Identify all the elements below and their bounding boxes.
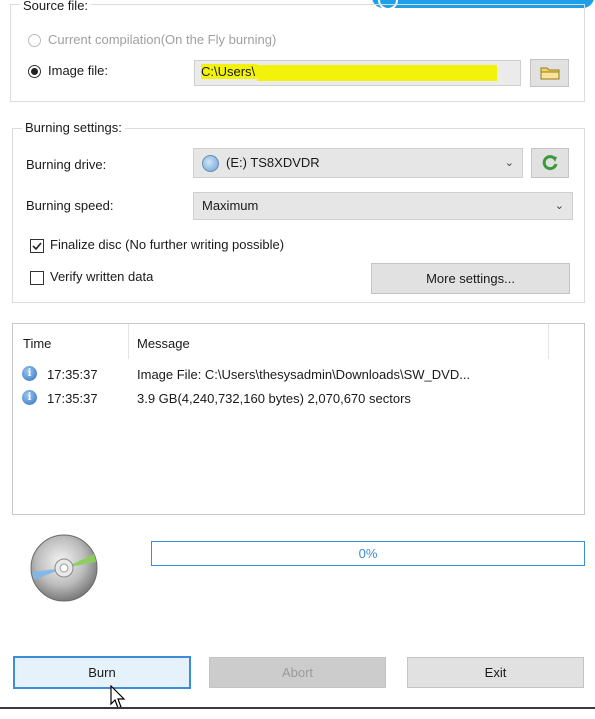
log-list[interactable] bbox=[12, 323, 585, 515]
burning-drive-value: (E:) TS8XDVDR bbox=[226, 155, 320, 170]
current-compilation-radio[interactable] bbox=[28, 34, 41, 47]
browse-button[interactable] bbox=[530, 59, 569, 87]
progress-text: 0% bbox=[358, 546, 378, 561]
chevron-down-icon: ⌄ bbox=[554, 200, 564, 212]
progress-bar: 0% bbox=[151, 541, 585, 566]
window-bottom-edge bbox=[0, 707, 595, 709]
image-file-highlight bbox=[257, 64, 498, 81]
info-icon: i bbox=[22, 390, 37, 405]
disc-drive-icon bbox=[202, 155, 219, 172]
checkmark-icon bbox=[32, 242, 42, 251]
image-file-radio[interactable] bbox=[28, 65, 41, 78]
finalize-disc-label: Finalize disc (No further writing possib… bbox=[50, 237, 285, 252]
exit-button[interactable]: Exit bbox=[407, 657, 584, 688]
image-file-label: Image file: bbox=[48, 63, 108, 78]
verify-data-checkbox[interactable] bbox=[30, 271, 44, 285]
burning-drive-label: Burning drive: bbox=[26, 157, 107, 172]
burning-speed-select[interactable]: Maximum ⌄ bbox=[193, 192, 573, 220]
log-row-message: Image File: C:\Users\thesysadmin\Downloa… bbox=[137, 367, 471, 382]
refresh-icon bbox=[542, 155, 558, 171]
log-column-divider bbox=[548, 324, 549, 359]
log-row-time: 17:35:37 bbox=[47, 367, 98, 382]
abort-button: Abort bbox=[209, 657, 386, 688]
log-header-time[interactable]: Time bbox=[23, 336, 51, 351]
log-row-message: 3.9 GB(4,240,732,160 bytes) 2,070,670 se… bbox=[137, 391, 411, 406]
info-icon: i bbox=[22, 366, 37, 381]
log-column-divider bbox=[128, 324, 129, 359]
source-file-legend: Source file: bbox=[20, 0, 92, 13]
refresh-drive-button[interactable] bbox=[531, 148, 569, 178]
burn-button[interactable]: Burn bbox=[13, 656, 191, 689]
current-compilation-label: Current compilation(On the Fly burning) bbox=[48, 32, 277, 47]
disc-icon bbox=[30, 534, 98, 602]
log-row-time: 17:35:37 bbox=[47, 391, 98, 406]
image-file-input[interactable]: C:\Users\ bbox=[194, 60, 521, 86]
folder-icon bbox=[540, 67, 559, 80]
burning-settings-legend: Burning settings: bbox=[22, 120, 125, 135]
verify-data-label: Verify written data bbox=[50, 269, 154, 284]
burning-speed-value: Maximum bbox=[202, 198, 259, 213]
burning-speed-label: Burning speed: bbox=[26, 198, 114, 213]
image-file-value: C:\Users\ bbox=[201, 64, 258, 79]
more-settings-button[interactable]: More settings... bbox=[371, 263, 570, 294]
burning-drive-select[interactable]: (E:) TS8XDVDR ⌄ bbox=[193, 148, 523, 178]
chevron-down-icon: ⌄ bbox=[504, 157, 514, 169]
source-file-group bbox=[10, 4, 585, 102]
log-header-message[interactable]: Message bbox=[137, 336, 190, 351]
finalize-disc-checkbox[interactable] bbox=[30, 239, 44, 253]
